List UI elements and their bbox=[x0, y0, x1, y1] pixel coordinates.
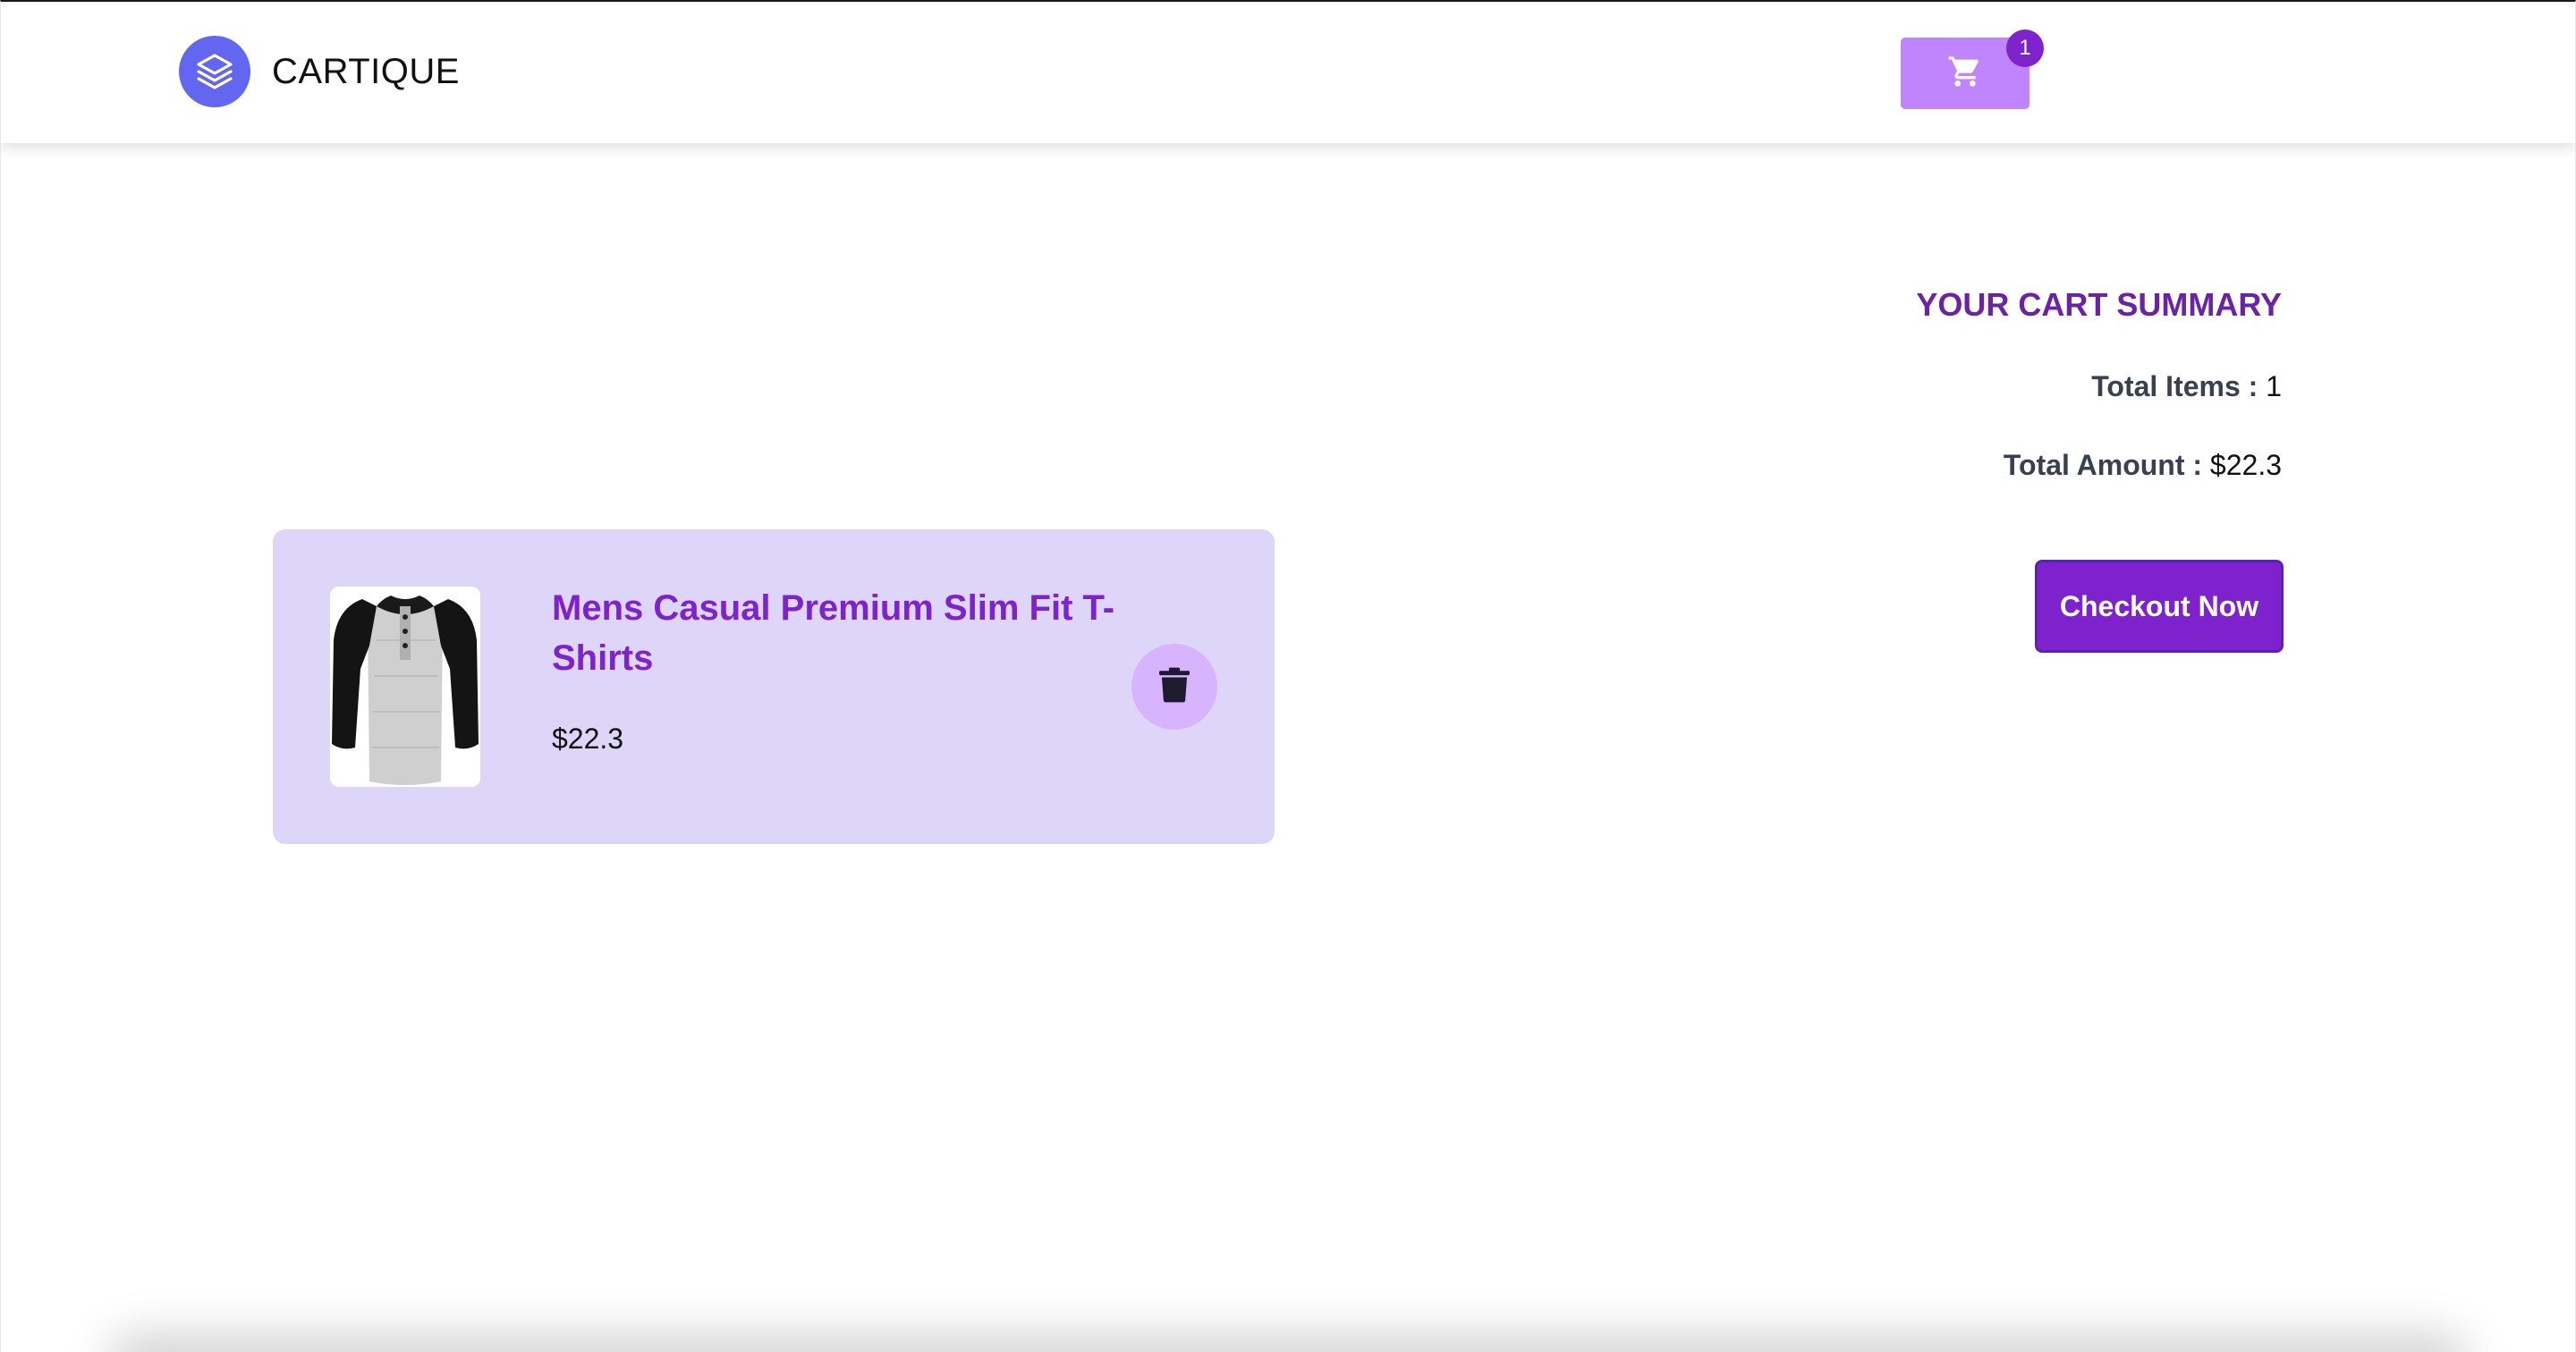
summary-title: YOUR CART SUMMARY bbox=[1916, 286, 2282, 323]
total-items-label: Total Items : bbox=[2091, 370, 2258, 402]
cart-item-card: Mens Casual Premium Slim Fit T-Shirts $2… bbox=[273, 529, 1275, 844]
page: CARTIQUE 1 Mens Casual Premium Slim Fit … bbox=[0, 0, 2576, 1352]
raglan-henley-shirt-image bbox=[330, 587, 480, 787]
cart-summary: YOUR CART SUMMARY Total Items : 1 Total … bbox=[1916, 284, 2282, 485]
checkout-button[interactable]: Checkout Now bbox=[2035, 560, 2284, 653]
total-items: Total Items : 1 bbox=[1916, 367, 2282, 406]
shopping-cart-icon bbox=[1947, 54, 1983, 94]
product-price: $22.3 bbox=[552, 722, 624, 755]
delete-item-button[interactable] bbox=[1131, 644, 1217, 730]
total-items-value: 1 bbox=[2266, 370, 2282, 402]
total-amount-label: Total Amount : bbox=[2003, 449, 2203, 481]
top-navbar: CARTIQUE 1 bbox=[1, 2, 2575, 143]
cart-count-badge: 1 bbox=[2006, 30, 2044, 67]
trash-icon bbox=[1159, 667, 1190, 707]
brand-name: CARTIQUE bbox=[272, 51, 460, 91]
product-title[interactable]: Mens Casual Premium Slim Fit T-Shirts bbox=[552, 583, 1124, 683]
brand[interactable]: CARTIQUE bbox=[179, 36, 460, 107]
product-image bbox=[330, 587, 480, 787]
total-amount-value: $22.3 bbox=[2209, 449, 2282, 481]
layers-icon bbox=[179, 36, 250, 107]
total-amount: Total Amount : $22.3 bbox=[1916, 445, 2282, 485]
